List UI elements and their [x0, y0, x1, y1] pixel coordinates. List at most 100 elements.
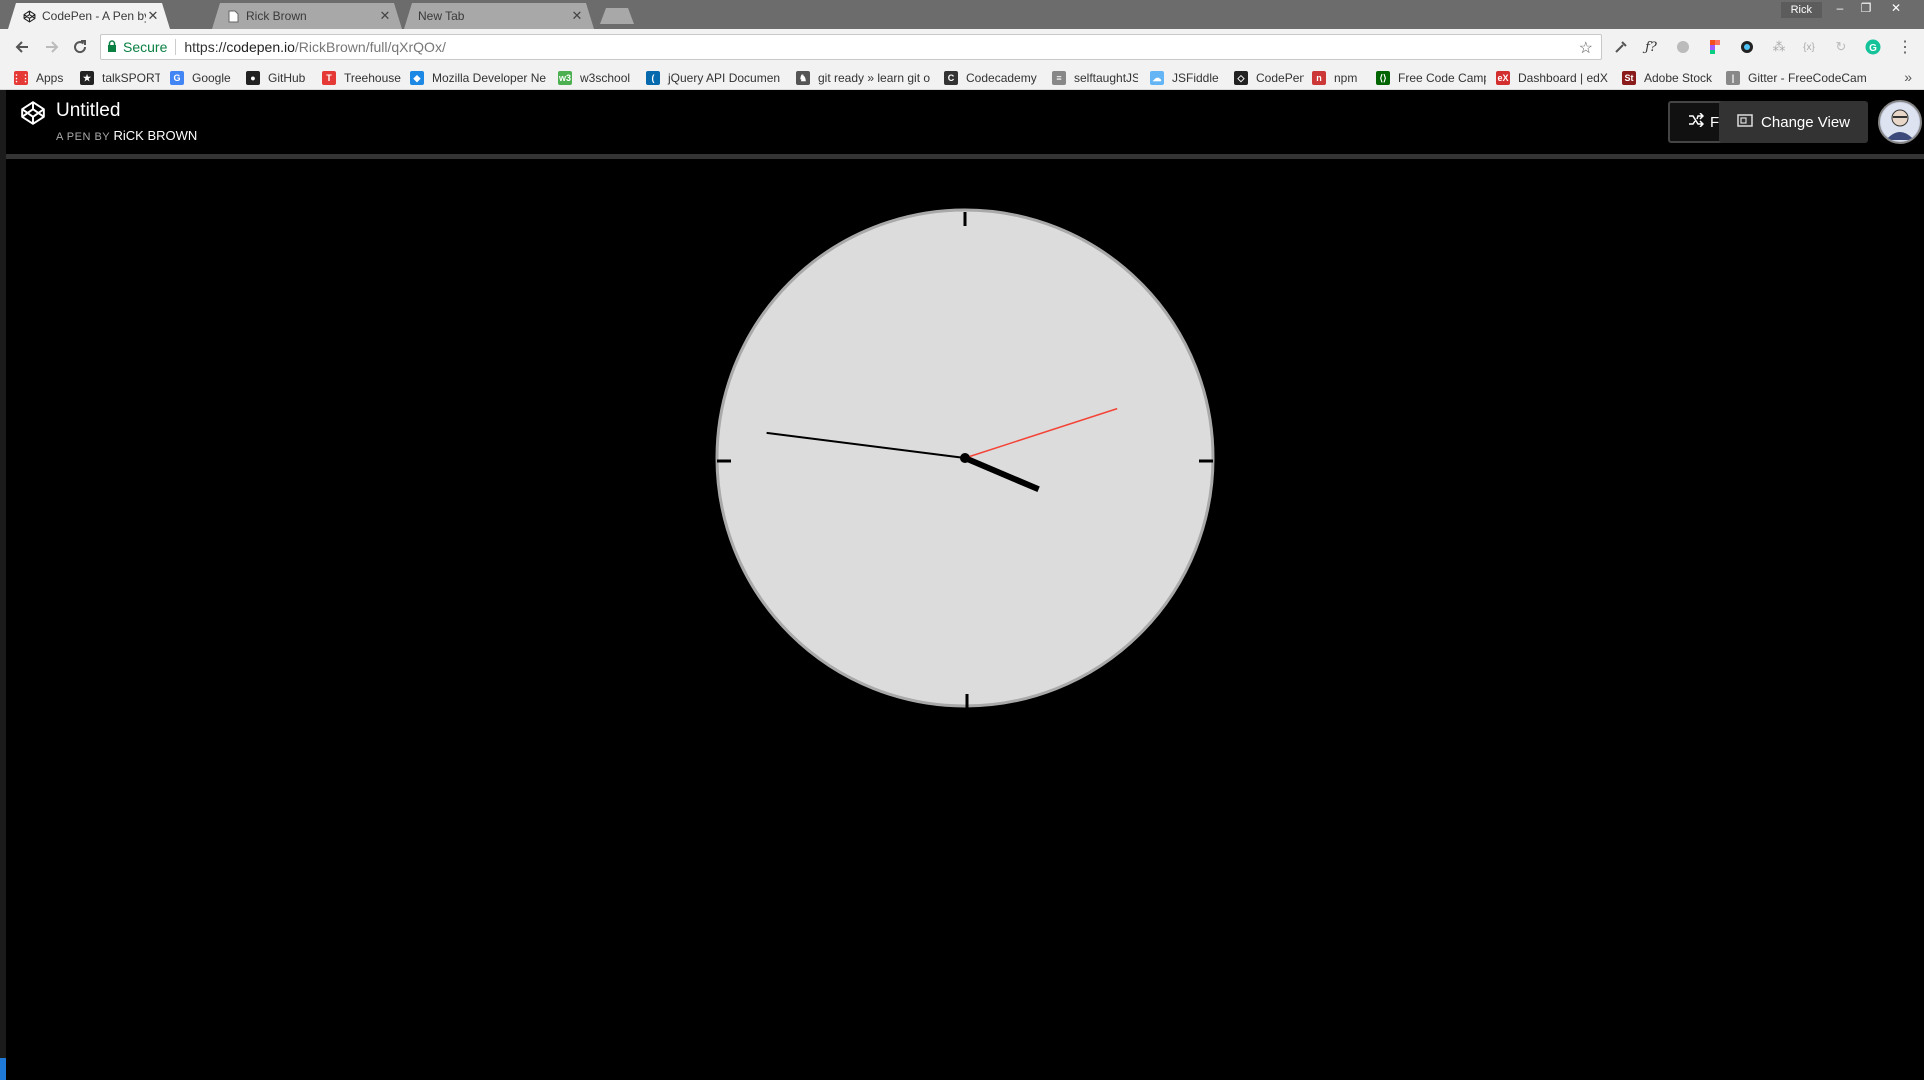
bookmark-jsfiddle[interactable]: ☁ JSFiddle — [1150, 69, 1219, 87]
byline-prefix: A PEN BY — [56, 131, 110, 143]
json-ext-icon[interactable]: {x} — [1800, 38, 1818, 56]
analog-clock — [715, 208, 1215, 708]
tab-strip: CodePen - A Pen by RiCK ✕ Rick Brown ✕ N… — [0, 0, 1924, 29]
menu-kebab-icon[interactable]: ⋮ — [1896, 38, 1914, 56]
jquery-icon: ( — [646, 71, 660, 85]
bookmark-label: npm — [1334, 71, 1358, 85]
restore-icon[interactable]: ❐ — [1852, 0, 1880, 18]
bookmark-treehouse[interactable]: T Treehouse — [322, 69, 401, 87]
profile-name[interactable]: Rick — [1780, 2, 1822, 18]
bookmark-codecademy[interactable]: C Codecademy — [944, 69, 1037, 87]
bookmark-google[interactable]: G Google — [170, 69, 231, 87]
grid-ext-icon[interactable]: ⁂ — [1770, 38, 1788, 56]
author-link[interactable]: RiCK BROWN — [114, 128, 198, 143]
address-bar[interactable]: Secure https://codepen.io/RickBrown/full… — [100, 34, 1602, 60]
new-tab-button[interactable] — [600, 8, 634, 24]
bookmark-npm[interactable]: n npm — [1312, 69, 1357, 87]
reload-icon[interactable] — [68, 35, 92, 59]
change-view-label: Change View — [1761, 113, 1850, 131]
user-avatar[interactable] — [1878, 100, 1922, 144]
forward-icon[interactable] — [40, 35, 64, 59]
font-inspector-icon[interactable]: ƒ? — [1642, 38, 1660, 56]
back-icon[interactable] — [10, 35, 34, 59]
pen-byline: A PEN BY RiCK BROWN — [56, 128, 197, 143]
url-path: /RickBrown/full/qXrQOx/ — [294, 39, 446, 55]
tab-title: CodePen - A Pen by RiCK — [42, 9, 146, 23]
bookmark-label: jQuery API Documen — [668, 71, 781, 85]
bookmarks-overflow-icon[interactable]: » — [1904, 69, 1912, 85]
bookmark-adobe-stock[interactable]: St Adobe Stock — [1622, 69, 1712, 87]
tab-codepen[interactable]: CodePen - A Pen by RiCK ✕ — [8, 3, 170, 29]
pen-output — [6, 159, 1924, 1080]
bookmark-label: CodePen — [1256, 71, 1304, 85]
bookmark-label: Treehouse — [344, 71, 401, 85]
bookmark-label: JSFiddle — [1172, 71, 1219, 85]
bookmark-github[interactable]: ● GitHub — [246, 69, 305, 87]
bookmark-gitter-freecodecam[interactable]: | Gitter - FreeCodeCam — [1726, 69, 1867, 87]
w3schools-icon: w3 — [558, 71, 572, 85]
bookmark-label: Adobe Stock — [1644, 71, 1713, 85]
close-window-icon[interactable]: ✕ — [1882, 0, 1910, 18]
fork-icon — [1688, 112, 1705, 131]
bookmark-label: git ready » learn git o — [818, 71, 931, 85]
bookmark-apps[interactable]: ⋮⋮ Apps — [14, 69, 63, 87]
codecademy-icon: C — [944, 71, 958, 85]
tab-close-icon[interactable]: ✕ — [146, 8, 160, 24]
svg-text:G: G — [1869, 43, 1877, 54]
codepen-icon — [22, 9, 36, 23]
bookmark-star-icon[interactable]: ☆ — [1579, 38, 1593, 58]
bookmark-dashboard-edx[interactable]: eX Dashboard | edX — [1496, 69, 1608, 87]
bookmark-label: Codecademy — [966, 71, 1037, 85]
browser-toolbar: Secure https://codepen.io/RickBrown/full… — [0, 29, 1924, 65]
change-view-icon — [1737, 113, 1753, 131]
clock-center-pin — [960, 453, 970, 463]
tab-title: Rick Brown — [246, 9, 307, 23]
freecodecamp-icon: ⟨⟩ — [1376, 71, 1390, 85]
tab-close-icon[interactable]: ✕ — [570, 8, 584, 24]
figma-ext-icon[interactable] — [1706, 38, 1724, 56]
url-scheme: https:// — [184, 39, 227, 55]
bookmarks-bar: ⋮⋮ Apps ★ talkSPORT G Google ● GitHub T Treehouse… — [0, 65, 1924, 90]
tab-rick-brown[interactable]: Rick Brown ✕ — [212, 3, 402, 29]
bookmark-label: GitHub — [268, 71, 306, 85]
codepen-header: Untitled A PEN BY RiCK BROWN Fork Change… — [6, 90, 1924, 156]
bookmark-codepen[interactable]: ◇ CodePen — [1234, 69, 1304, 87]
bookmark-label: Google — [192, 71, 231, 85]
lock-icon — [107, 39, 117, 55]
security-indicator[interactable]: Secure — [101, 39, 177, 55]
gitready-icon: ♞ — [796, 71, 810, 85]
bookmark-talksport[interactable]: ★ talkSPORT — [80, 69, 160, 87]
tab-new-tab[interactable]: New Tab ✕ — [404, 3, 594, 29]
pen-title: Untitled — [56, 100, 121, 121]
change-view-button[interactable]: Change View — [1719, 101, 1868, 143]
minimize-icon[interactable]: – — [1826, 0, 1854, 18]
grammarly-icon[interactable]: G — [1864, 38, 1882, 56]
bookmark-label: talkSPORT — [102, 71, 160, 85]
bookmark-jquery-api-documen[interactable]: ( jQuery API Documen — [646, 69, 780, 87]
tab-close-icon[interactable]: ✕ — [378, 8, 392, 24]
refresh-ext-icon[interactable]: ↻ — [1832, 38, 1850, 56]
eyedropper-icon[interactable] — [1612, 38, 1630, 56]
bookmark-free-code-camp[interactable]: ⟨⟩ Free Code Camp — [1376, 69, 1486, 87]
apps-grid-icon: ⋮⋮ — [14, 71, 30, 85]
bookmark-label: Free Code Camp — [1398, 71, 1486, 85]
url-text: https://codepen.io/RickBrown/full/qXrQOx… — [176, 39, 445, 55]
palette-icon[interactable] — [1674, 38, 1692, 56]
talksport-icon: ★ — [80, 71, 94, 85]
selftaughtjs-icon: ≡ — [1052, 71, 1066, 85]
bookmark-selftaughtjs[interactable]: ≡ selftaughtJS — [1052, 69, 1138, 87]
bookmark-git-ready-learn-git-o[interactable]: ♞ git ready » learn git o — [796, 69, 930, 87]
bookmark-w3school[interactable]: w3 w3school — [558, 69, 630, 87]
treehouse-icon: T — [322, 71, 336, 85]
codepen-logo-icon[interactable] — [20, 100, 46, 126]
github-icon: ● — [246, 71, 260, 85]
color-ext-icon[interactable] — [1738, 38, 1756, 56]
edx-icon: eX — [1496, 71, 1510, 85]
gitter-icon: | — [1726, 71, 1740, 85]
page-icon — [226, 9, 240, 23]
secure-label: Secure — [123, 39, 168, 55]
bookmark-mozilla-developer-ne[interactable]: ◆ Mozilla Developer Ne — [410, 69, 546, 87]
mdn-icon: ◆ — [410, 71, 424, 85]
bookmark-label: Dashboard | edX — [1518, 71, 1608, 85]
bookmark-label: Apps — [36, 71, 64, 85]
